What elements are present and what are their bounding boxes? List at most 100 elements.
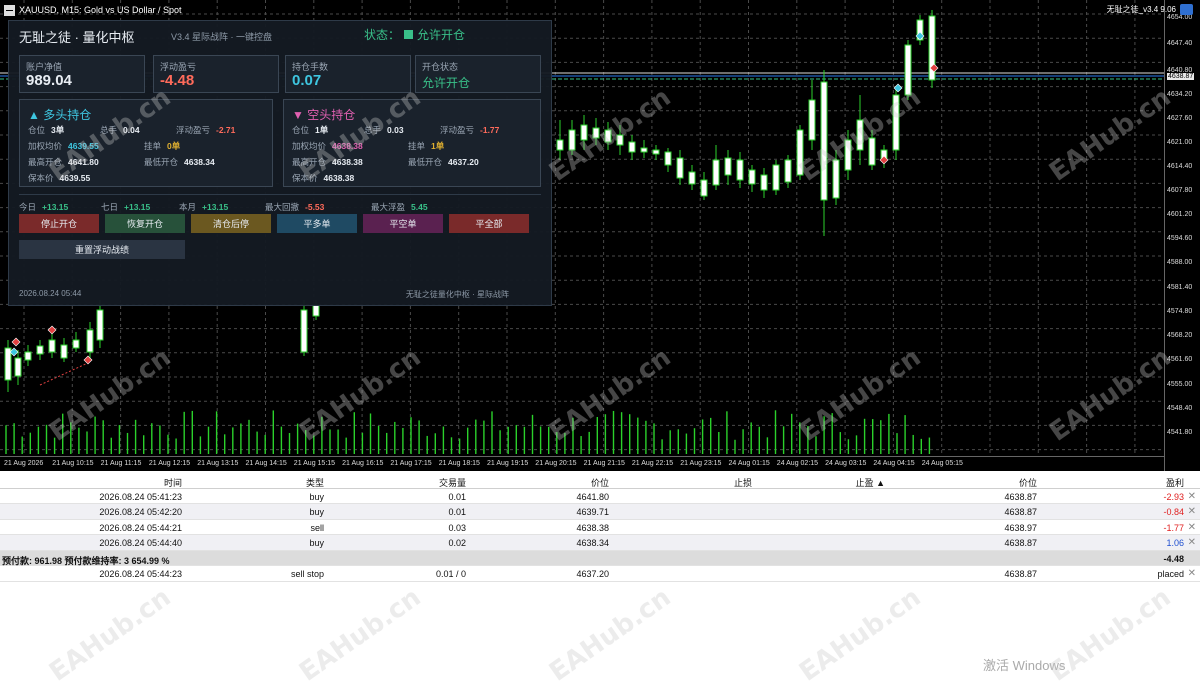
close-order-icon[interactable]: ✕ [1188, 568, 1196, 579]
stat-week: 七日 +13.15 [101, 202, 151, 212]
candle-body [712, 159, 720, 186]
time-label: 21 Aug 20:15 [535, 460, 577, 467]
candle-body [4, 347, 12, 381]
price-axis[interactable]: 4654.00 4647.40 4640.80 4638.87 4634.20 4627.… [1164, 0, 1200, 471]
time-label: 24 Aug 03:15 [825, 460, 867, 467]
short-pnl: 浮动盈亏 -1.77 [440, 125, 500, 135]
col-profit[interactable]: 盈利 [1166, 476, 1184, 489]
chart-title: XAUUSD, M15: Gold vs US Dollar / Spot [4, 3, 182, 17]
price-chart[interactable]: XAUUSD, M15: Gold vs US Dollar / Spot 无耻… [0, 0, 1200, 471]
table-row[interactable]: 2026.08.24 05:44:40 buy 0.02 4638.34 4638.87… [0, 535, 1200, 551]
col-sl[interactable]: 止损 [734, 476, 752, 489]
time-label: 24 Aug 02:15 [776, 460, 819, 467]
cell-cur: 4638.87 [1004, 507, 1037, 517]
candle-body [48, 339, 56, 353]
time-label: 21 Aug 18:15 [438, 460, 480, 467]
status-value: 允许开仓 [417, 28, 466, 42]
col-volume[interactable]: 交易量 [439, 476, 466, 489]
ea-control-panel: 无耻之徒 · 量化中枢 V3.4 星际战阵 · 一键控盘 状态： 允许开仓 账户… [8, 20, 552, 306]
time-label: 21 Aug 15:15 [293, 460, 336, 467]
reset-floating-stats-button[interactable]: 重置浮动战绩 [19, 240, 185, 259]
cell-profit: 1.06 [1166, 538, 1184, 548]
col-price[interactable]: 价位 [591, 476, 609, 489]
trade-arrow-icon [47, 325, 57, 335]
price-label: 4561.60 [1167, 356, 1193, 363]
panel-version: V3.4 星际战阵 · 一键控盘 [171, 32, 273, 42]
long-pnl: 浮动盈亏 -2.71 [176, 125, 236, 135]
close-position-icon[interactable]: ✕ [1188, 522, 1196, 533]
table-header: 时间 类型 交易量 价位 止损 止盈 ▲ 价位 盈利 [0, 473, 1200, 489]
cell-profit: -2.93 [1163, 491, 1184, 502]
candle-body [60, 344, 68, 359]
price-label: 4627.60 [1167, 115, 1193, 122]
resume-opening-button[interactable]: 恢复开仓 [105, 214, 185, 233]
cell-price: 4639.71 [576, 507, 609, 517]
candle-body [760, 174, 768, 191]
candle-body [556, 139, 564, 151]
table-row[interactable]: 2026.08.24 05:42:20 buy 0.01 4639.71 4638.87… [0, 504, 1200, 520]
stat-today: 今日 +13.15 [19, 202, 69, 212]
trade-table[interactable]: 时间 类型 交易量 价位 止损 止盈 ▲ 价位 盈利 2026.08.24 05… [0, 473, 1200, 582]
price-label: 4581.40 [1167, 284, 1193, 291]
table-row[interactable]: 2026.08.24 05:41:23 buy 0.01 4641.80 4638.87… [0, 489, 1200, 504]
time-label: 21 Aug 10:15 [52, 460, 94, 467]
margin-summary: 预付款: 961.98 预付款维持率: 3 654.99 % [2, 555, 170, 566]
long-pos: 仓位 3单 [28, 125, 65, 135]
expert-advisor-label[interactable]: 无耻之徒_v3.4 9.06 [1107, 4, 1176, 15]
price-label: 4621.00 [1167, 139, 1193, 146]
candle-body [832, 159, 840, 199]
pending-price: 4637.20 [576, 569, 609, 579]
close-shorts-button[interactable]: 平空单 [363, 214, 443, 233]
table-row[interactable]: 2026.08.24 05:44:21 sell 0.03 4638.38 4638.9… [0, 520, 1200, 535]
pending-order-row[interactable]: 2026.08.24 05:44:23 sell stop 0.01 / 0 4… [0, 566, 1200, 582]
equity-card: 账户净值 989.04 [19, 55, 145, 93]
lots-card: 持仓手数 0.07 [285, 55, 411, 93]
close-then-stop-button[interactable]: 清仓后停 [191, 214, 271, 233]
candle-body [688, 171, 696, 185]
candle-body [796, 129, 804, 176]
sort-up-icon: ▲ [876, 478, 885, 488]
col-type[interactable]: 类型 [306, 476, 324, 489]
cell-price: 4641.80 [576, 491, 609, 502]
expert-advisor-hat-icon[interactable] [1180, 4, 1193, 15]
price-label: 4588.00 [1167, 259, 1193, 266]
long-breakeven: 保本价 4639.55 [28, 173, 91, 183]
cell-type: buy [309, 507, 324, 517]
time-label: 21 Aug 17:15 [390, 460, 432, 467]
cell-cur: 4638.97 [1004, 522, 1037, 533]
cell-cur: 4638.87 [1004, 538, 1037, 548]
candle-body [72, 339, 80, 349]
long-title: ▲ 多头持仓 [28, 108, 92, 122]
candle-body [820, 81, 828, 201]
long-lots: 总手 0.04 [100, 125, 140, 135]
cell-price: 4638.38 [576, 522, 609, 533]
candle-body [300, 309, 308, 353]
time-axis[interactable]: 21 Aug 2026 21 Aug 10:15 21 Aug 11:15 21 Au… [0, 456, 1164, 471]
cell-type: buy [309, 538, 324, 548]
stop-opening-button[interactable]: 停止开仓 [19, 214, 99, 233]
close-longs-button[interactable]: 平多单 [277, 214, 357, 233]
panel-title: 无耻之徒 · 量化中枢 [19, 30, 135, 45]
price-label: 4568.20 [1167, 332, 1193, 339]
price-label: 4607.80 [1167, 187, 1193, 194]
col-current-price[interactable]: 价位 [1019, 476, 1037, 489]
close-position-icon[interactable]: ✕ [1188, 537, 1196, 548]
close-position-icon[interactable]: ✕ [1188, 491, 1196, 502]
candle-body [604, 129, 612, 143]
short-positions-box: ▼ 空头持仓 仓位 1单 总手 0.03 浮动盈亏 -1.77 加权均价 4638.38… [283, 99, 541, 187]
candle-body [868, 137, 876, 166]
short-low: 最低开仓 4637.20 [408, 157, 479, 167]
col-tp[interactable]: 止盈 ▲ [856, 476, 885, 489]
cell-volume: 0.03 [448, 522, 466, 533]
candle-body [748, 169, 756, 185]
long-positions-box: ▲ 多头持仓 仓位 3单 总手 0.04 浮动盈亏 -2.71 加权均价 4639.55… [19, 99, 273, 187]
long-avg: 加权均价 4639.55 [28, 141, 99, 151]
close-position-icon[interactable]: ✕ [1188, 506, 1196, 517]
floating-pnl-card: 浮动盈亏 -4.48 [153, 55, 279, 93]
col-time[interactable]: 时间 [164, 476, 182, 489]
close-all-button[interactable]: 平全部 [449, 214, 529, 233]
time-label: 21 Aug 12:15 [148, 460, 191, 467]
price-label: 4541.80 [1167, 429, 1193, 436]
price-label: 4574.80 [1167, 308, 1193, 315]
candle-body [844, 139, 852, 171]
